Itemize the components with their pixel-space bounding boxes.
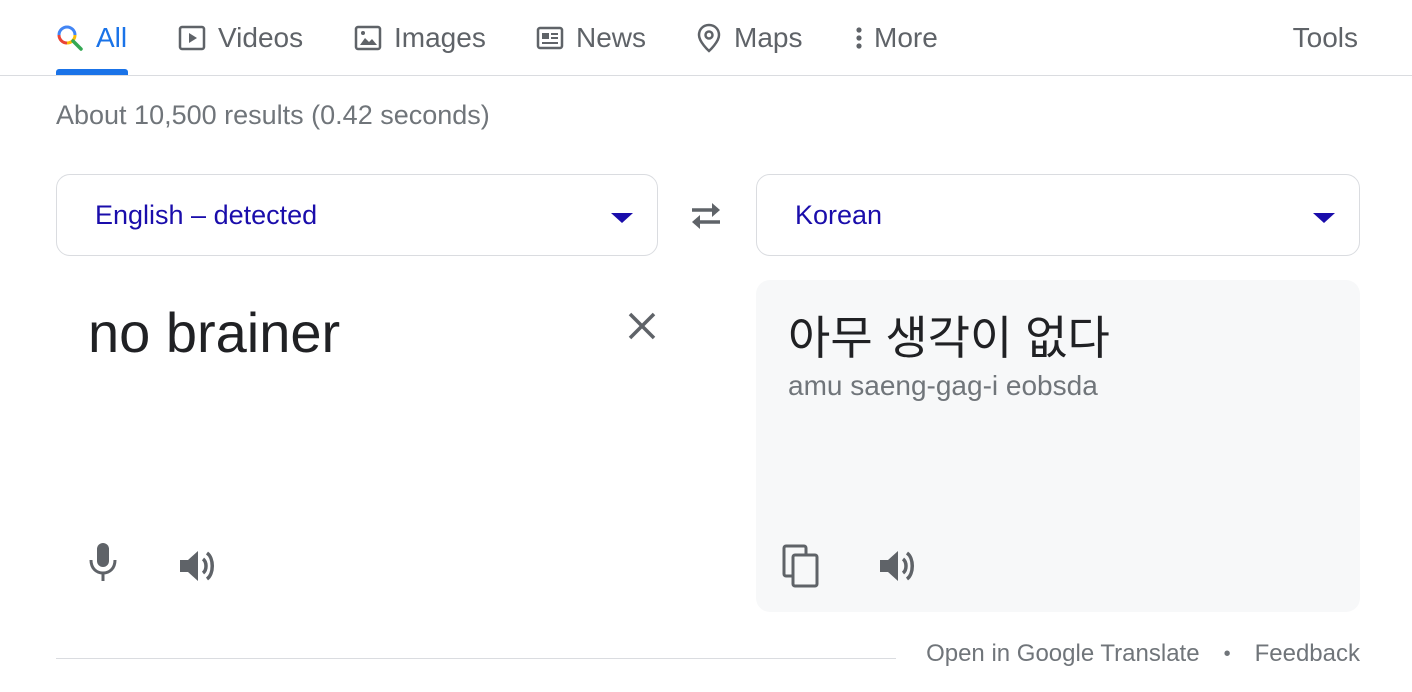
translated-text: 아무 생각이 없다 xyxy=(788,312,1110,364)
tools-button[interactable]: Tools xyxy=(1293,0,1358,75)
tab-label: Maps xyxy=(734,21,803,53)
source-language-label: English – detected xyxy=(95,199,318,230)
search-results-page: All Videos Images News Maps More Tools A… xyxy=(0,0,1412,692)
footer-separator: • xyxy=(1223,642,1231,665)
target-language-label: Korean xyxy=(795,199,883,230)
footer-divider xyxy=(56,658,896,659)
tab-label: Images xyxy=(394,21,486,53)
tab-videos[interactable]: Videos xyxy=(178,0,303,75)
source-language-select[interactable]: English – detected xyxy=(56,174,658,256)
tab-label: All xyxy=(96,21,128,53)
copy-icon[interactable] xyxy=(780,542,824,590)
more-vert-icon xyxy=(852,24,866,52)
translate-footer: Open in Google Translate • Feedback xyxy=(926,640,1360,668)
source-text-input[interactable]: no brainer xyxy=(88,300,340,365)
tab-label: More xyxy=(874,21,938,53)
result-stats: About 10,500 results (0.42 seconds) xyxy=(56,100,490,130)
tab-more[interactable]: More xyxy=(852,0,938,75)
swap-languages-icon[interactable] xyxy=(684,196,728,236)
speaker-icon[interactable] xyxy=(176,544,222,588)
tab-images[interactable]: Images xyxy=(354,0,486,75)
map-pin-icon xyxy=(696,23,722,53)
microphone-icon[interactable] xyxy=(84,540,122,586)
active-tab-indicator xyxy=(56,69,128,75)
close-icon[interactable] xyxy=(622,306,662,346)
search-tabs-bar: All Videos Images News Maps More Tools xyxy=(0,0,1412,76)
open-in-translate-link[interactable]: Open in Google Translate xyxy=(926,640,1200,668)
romanization-text: amu saeng-gag-i eobsda xyxy=(788,370,1098,401)
news-icon xyxy=(536,24,564,52)
search-icon xyxy=(56,24,84,52)
feedback-link[interactable]: Feedback xyxy=(1255,640,1360,668)
tab-news[interactable]: News xyxy=(536,0,646,75)
translation-output-panel: 아무 생각이 없다 amu saeng-gag-i eobsda xyxy=(756,280,1360,612)
speaker-icon[interactable] xyxy=(876,544,922,588)
tab-all[interactable]: All xyxy=(56,0,127,75)
chevron-down-icon xyxy=(1313,213,1335,223)
target-language-select[interactable]: Korean xyxy=(756,174,1360,256)
tab-maps[interactable]: Maps xyxy=(696,0,802,75)
image-icon xyxy=(354,24,382,52)
tab-label: Videos xyxy=(218,21,304,53)
video-icon xyxy=(178,24,206,52)
tab-label: News xyxy=(576,21,647,53)
chevron-down-icon xyxy=(611,213,633,223)
